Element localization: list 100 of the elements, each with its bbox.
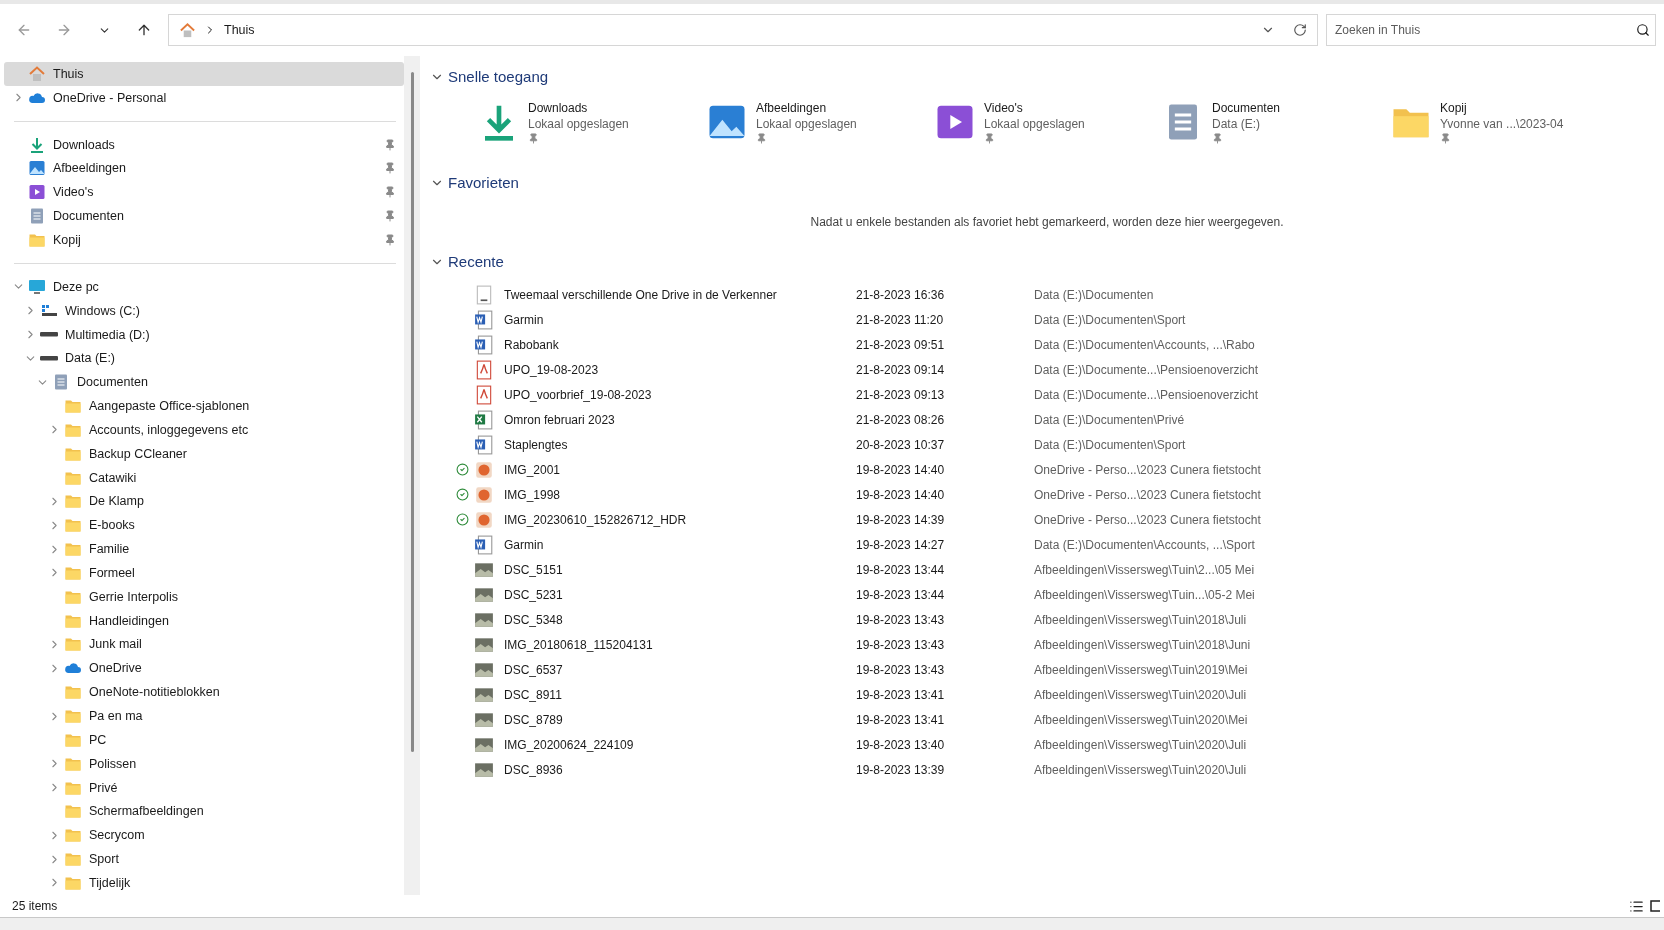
file-row[interactable]: DSC_8789 19-8-2023 13:41 Afbeeldingen\Vissersweg\Tuin\2020\Mei xyxy=(450,707,1664,732)
sidebar-item[interactable]: Polissen xyxy=(4,751,404,776)
sidebar-item[interactable]: Aangepaste Office-sjablonen xyxy=(4,394,404,418)
sidebar-item[interactable]: Familie xyxy=(4,537,404,562)
file-row[interactable]: Garmin 19-8-2023 14:27 Data (E:)\Documenten\Accounts, ...\Sport xyxy=(450,532,1664,557)
file-location: Data (E:)\Documenten\Privé xyxy=(1034,412,1185,427)
file-row[interactable]: DSC_5231 19-8-2023 13:44 Afbeeldingen\Vissersweg\Tuin...\05-2 Mei xyxy=(450,582,1664,607)
file-name: DSC_6537 xyxy=(504,662,564,677)
pictures-icon xyxy=(28,159,46,178)
sidebar-item[interactable]: OneDrive xyxy=(4,656,404,681)
section-header[interactable]: Snelle toegang xyxy=(430,64,549,89)
file-location: Data (E:)\Documente...\Pensioenoverzicht xyxy=(1034,387,1259,402)
sidebar-item[interactable]: OneDrive - Personal xyxy=(4,85,404,110)
sidebar-item[interactable]: Privé xyxy=(4,775,404,800)
sidebar-item[interactable]: Tijdelijk xyxy=(4,871,404,895)
address-bar[interactable]: Thuis xyxy=(168,14,1318,46)
drive-icon xyxy=(40,332,58,337)
file-row[interactable]: Rabobank 21-8-2023 09:51 Data (E:)\Documenten\Accounts, ...\Rabo xyxy=(450,332,1664,357)
file-row[interactable]: DSC_8936 19-8-2023 13:39 Afbeeldingen\Vissersweg\Tuin\2020\Juli xyxy=(450,757,1664,782)
file-name: IMG_1998 xyxy=(504,487,562,502)
file-name: Staplengtes xyxy=(504,437,569,452)
file-row[interactable]: DSC_6537 19-8-2023 13:43 Afbeeldingen\Vissersweg\Tuin\2019\Mei xyxy=(450,657,1664,682)
file-row[interactable]: Staplengtes 20-8-2023 10:37 Data (E:)\Documenten\Sport xyxy=(450,432,1664,457)
sidebar-item[interactable]: Documenten xyxy=(4,370,404,395)
sidebar-item[interactable]: Schermafbeeldingen xyxy=(4,799,404,824)
file-name: DSC_8911 xyxy=(504,687,563,702)
image-file-icon xyxy=(474,509,494,530)
file-row[interactable]: IMG_20180618_115204131 19-8-2023 13:43 Afbeeldingen\Vissersweg\Tuin\2018\Juni xyxy=(450,632,1664,657)
image-file-icon xyxy=(474,484,494,505)
sidebar-item[interactable]: Afbeeldingen xyxy=(4,156,404,181)
pin-icon xyxy=(384,234,396,246)
file-date: 19-8-2023 13:43 xyxy=(856,612,946,627)
file-date: 19-8-2023 14:39 xyxy=(856,512,946,527)
file-name: Rabobank xyxy=(504,337,560,352)
sidebar-item[interactable]: Sport xyxy=(4,847,404,871)
sidebar-item[interactable]: E-books xyxy=(4,513,404,538)
sidebar-item[interactable]: OneNote-notitieblokken xyxy=(4,680,404,705)
file-row[interactable]: IMG_1998 19-8-2023 14:40 OneDrive - Perso...\2023 Cunera fietstocht xyxy=(450,482,1664,507)
sidebar-item[interactable]: Documenten xyxy=(4,204,404,229)
sidebar-item[interactable]: Windows (C:) xyxy=(4,298,404,323)
sidebar-item[interactable]: Data (E:) xyxy=(4,346,404,371)
file-row[interactable]: IMG_20200624_224109 19-8-2023 13:40 Afbeeldingen\Vissersweg\Tuin\2020\Juli xyxy=(450,732,1664,757)
file-location: Data (E:)\Documenten xyxy=(1034,287,1154,302)
file-location: Data (E:)\Documenten\Accounts, ...\Rabo xyxy=(1034,337,1255,352)
arrow-right-icon xyxy=(56,22,72,38)
sidebar-item[interactable]: Junk mail xyxy=(4,632,404,657)
sidebar-item[interactable]: Multimedia (D:) xyxy=(4,322,404,347)
file-row[interactable]: Garmin 21-8-2023 11:20 Data (E:)\Documenten\Sport xyxy=(450,307,1664,332)
sidebar-item[interactable]: Catawiki xyxy=(4,465,404,490)
quick-access-tile[interactable]: Downloads Lokaal opgeslagen xyxy=(478,101,706,144)
file-name: Garmin xyxy=(504,312,545,327)
file-name: DSC_5151 xyxy=(504,562,564,577)
sidebar-item[interactable]: Formeel xyxy=(4,561,404,585)
sidebar-item[interactable]: Video's xyxy=(4,180,404,205)
sidebar-item[interactable]: Handleidingen xyxy=(4,608,404,633)
refresh-icon[interactable] xyxy=(1293,23,1307,37)
file-row[interactable]: DSC_5151 19-8-2023 13:44 Afbeeldingen\Vissersweg\Tuin\2...\05 Mei xyxy=(450,557,1664,582)
file-row[interactable]: DSC_5348 19-8-2023 13:43 Afbeeldingen\Vissersweg\Tuin\2018\Juli xyxy=(450,607,1664,632)
quick-access-tile[interactable]: Kopij Yvonne van ...\2023-04 xyxy=(1390,101,1618,144)
breadcrumb-item[interactable]: Thuis xyxy=(224,23,255,37)
file-date: 19-8-2023 13:40 xyxy=(856,737,946,752)
sidebar-item[interactable]: Secrycom xyxy=(4,823,404,848)
file-row[interactable]: IMG_2001 19-8-2023 14:40 OneDrive - Perso...\2023 Cunera fietstocht xyxy=(450,457,1664,482)
file-location: Afbeeldingen\Vissersweg\Tuin\2019\Mei xyxy=(1034,662,1248,677)
file-date: 19-8-2023 13:41 xyxy=(856,687,946,702)
file-row[interactable]: DSC_8911 19-8-2023 13:41 Afbeeldingen\Vissersweg\Tuin\2020\Juli xyxy=(450,682,1664,707)
empty-message: Nadat u enkele bestanden als favoriet hebt gemarkeerd, worden deze hier weergegeven. xyxy=(810,215,1284,229)
scrollbar[interactable] xyxy=(404,56,420,895)
section-header[interactable]: Favorieten xyxy=(430,170,519,195)
pin-icon xyxy=(384,186,396,199)
file-name: DSC_5231 xyxy=(504,587,564,602)
details-view-button[interactable] xyxy=(1629,898,1644,914)
file-row[interactable]: Tweemaal verschillende One Drive in de Verkenner 21-8-2023 16:36 Data (E:)\Documenten xyxy=(450,282,1664,307)
sidebar-item[interactable]: Accounts, inloggegevens etc xyxy=(4,417,404,442)
file-name: IMG_2001 xyxy=(504,462,562,477)
sidebar-item[interactable]: De Klamp xyxy=(4,489,404,514)
pin-icon xyxy=(756,133,767,144)
sidebar-item[interactable]: Gerrie Interpolis xyxy=(4,584,404,609)
file-date: 19-8-2023 13:41 xyxy=(856,712,946,727)
file-row[interactable]: Omron februari 2023 21-8-2023 08:26 Data (E:)\Documenten\Privé xyxy=(450,407,1664,432)
sidebar-item[interactable]: Thuis xyxy=(4,62,404,86)
quick-access-tile[interactable]: Documenten Data (E:) xyxy=(1162,101,1390,144)
file-location: Afbeeldingen\Vissersweg\Tuin...\05-2 Mei xyxy=(1034,587,1255,602)
file-name: UPO_19-08-2023 xyxy=(504,362,600,377)
quick-access-tile[interactable]: Afbeeldingen Lokaal opgeslagen xyxy=(706,101,934,144)
sidebar-item[interactable]: Deze pc xyxy=(4,274,404,299)
sidebar-item[interactable]: PC xyxy=(4,727,404,752)
search-field[interactable]: Zoeken in Thuis xyxy=(1326,14,1656,46)
section-header[interactable]: Recente xyxy=(430,249,504,274)
file-date: 19-8-2023 13:43 xyxy=(856,662,946,677)
tiles-view-button[interactable] xyxy=(1650,898,1660,914)
file-row[interactable]: IMG_20230610_152826712_HDR 19-8-2023 14:39 OneDrive - Perso...\2023 Cunera fietstocht xyxy=(450,507,1664,532)
quick-access-tile[interactable]: Video's Lokaal opgeslagen xyxy=(934,101,1162,144)
file-row[interactable]: UPO_19-08-2023 21-8-2023 09:14 Data (E:)\Documente...\Pensioenoverzicht xyxy=(450,357,1664,382)
sidebar-item[interactable]: Backup CCleaner xyxy=(4,441,404,466)
sidebar-item[interactable]: Downloads xyxy=(4,132,404,157)
file-row[interactable]: UPO_voorbrief_19-08-2023 21-8-2023 09:13 Data (E:)\Documente...\Pensioenoverzicht xyxy=(450,382,1664,407)
sidebar-item[interactable]: Kopij xyxy=(4,228,404,252)
check-circle-icon xyxy=(455,463,469,476)
sidebar-item[interactable]: Pa en ma xyxy=(4,704,404,728)
